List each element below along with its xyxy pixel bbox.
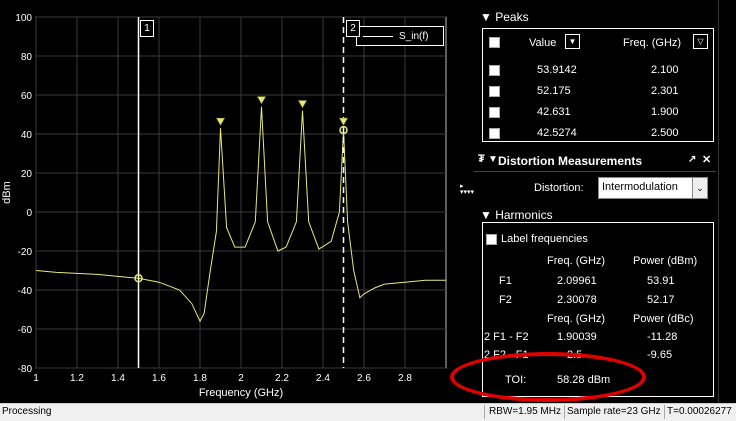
y-tick-label: -40 (18, 286, 33, 297)
chevron-down-icon[interactable]: ⌄ (692, 178, 707, 198)
distortion-selected-value: Intermodulation (602, 181, 678, 193)
distortion-label: Distortion: (534, 182, 584, 194)
peak-row[interactable]: 53.9142 2.100 (483, 61, 713, 81)
status-time: T=0.00026277 (667, 406, 732, 417)
close-icon[interactable]: ✕ (702, 153, 711, 166)
vertical-scrollbar[interactable] (718, 0, 736, 403)
peaks-title-text: Peaks (495, 10, 529, 24)
distortion-panel-header[interactable]: ₮ ▼ Distortion Measurements ↗ ✕ (474, 151, 716, 172)
sort-freq-icon[interactable]: ▽ (693, 34, 708, 49)
x-tick-label: 2 (238, 373, 244, 384)
product-power: -9.65 (647, 349, 673, 361)
tone-freq: 2.30078 (557, 294, 597, 306)
y-tick-label: 80 (21, 52, 33, 63)
peak-row-checkbox[interactable] (489, 128, 500, 139)
distortion-title: Distortion Measurements (498, 154, 643, 168)
peak-value: 52.175 (537, 85, 571, 97)
harmonics-title-text: Harmonics (495, 208, 553, 222)
tone-freq-header: Freq. (GHz) (547, 255, 606, 267)
collapse-triangle-icon[interactable]: ▼ (480, 10, 495, 24)
harmonics-section-title[interactable]: ▼ Harmonics (480, 208, 553, 222)
product-power: -11.28 (647, 331, 678, 343)
peak-row[interactable]: 42.5274 2.500 (483, 124, 713, 144)
y-tick-label: -60 (18, 325, 33, 336)
y-tick-label: 60 (21, 91, 33, 102)
col-value-header: Value (529, 37, 557, 49)
peak-value: 42.5274 (537, 127, 577, 139)
status-sample-rate: Sample rate=23 GHz (567, 406, 661, 417)
x-tick-label: 2.6 (357, 373, 371, 384)
peak-row-checkbox[interactable] (489, 65, 500, 76)
spectrum-plot[interactable]: 1 1.2 1.4 1.6 1.8 2 2.2 2.4 2.6 2.8 100 80 60 40 20 0 -2… (0, 0, 474, 403)
x-tick-label: 2.2 (275, 373, 289, 384)
tone-power: 53.91 (647, 275, 675, 287)
label-frequencies-checkbox[interactable] (486, 234, 497, 245)
peak-freq: 2.500 (651, 127, 679, 139)
tone-power-header: Power (dBm) (633, 255, 698, 267)
y-tick-label: -80 (18, 364, 33, 375)
legend: S_in(f) (356, 26, 444, 46)
peaks-section-title[interactable]: ▼ Peaks (480, 10, 529, 24)
status-processing: Processing (2, 406, 52, 417)
collapse-triangle-icon[interactable]: ▼ (480, 208, 495, 222)
tone-freq: 2.09961 (557, 275, 597, 287)
peak-row-checkbox[interactable] (489, 107, 500, 118)
product-freq-header: Freq. (GHz) (547, 313, 606, 325)
peak-row[interactable]: 52.175 2.301 (483, 82, 713, 102)
peak-freq: 2.301 (651, 85, 679, 97)
y-tick-label: -20 (18, 247, 33, 258)
col-freq-header: Freq. (GHz) (623, 37, 682, 49)
spectrum-chart-svg[interactable]: 1 1.2 1.4 1.6 1.8 2 2.2 2.4 2.6 2.8 100 80 60 40 20 0 -2… (0, 0, 474, 403)
panel-resize-handle-icon[interactable]: ▸ ▾▾▾▾ (460, 183, 474, 196)
peaks-table-header: Value ▼ Freq. (GHz) ▽ (483, 33, 713, 53)
collapse-triangle-icon[interactable]: ▼ (488, 154, 498, 165)
peak-freq: 1.900 (651, 106, 679, 118)
x-tick-label: 2.8 (398, 373, 412, 384)
peaks-table: Value ▼ Freq. (GHz) ▽ 53.9142 2.100 52.175… (482, 28, 714, 142)
x-tick-label: 2.4 (316, 373, 330, 384)
undock-icon[interactable]: ↗ (688, 154, 696, 165)
legend-line-swatch (363, 35, 393, 37)
tone-name: F1 (499, 275, 512, 287)
x-tick-label: 1 (33, 373, 39, 384)
status-divider (664, 405, 665, 419)
x-tick-label: 1.8 (193, 373, 207, 384)
peak-value: 53.9142 (537, 64, 577, 76)
product-power-header: Power (dBc) (633, 313, 694, 325)
legend-label: S_in(f) (399, 30, 429, 42)
x-tick-label: 1.6 (152, 373, 166, 384)
x-tick-label: 1.2 (70, 373, 84, 384)
product-freq: 1.90039 (557, 331, 597, 343)
y-tick-label: 100 (15, 13, 32, 24)
toi-highlight-annotation (450, 352, 646, 402)
tone-power: 52.17 (647, 294, 675, 306)
y-axis-label: dBm (1, 181, 13, 204)
select-all-checkbox[interactable] (489, 37, 500, 48)
cursor-2-label[interactable]: 2 (346, 20, 360, 37)
cursor-1-label[interactable]: 1 (140, 20, 154, 37)
measurements-panel: ▼ Peaks Value ▼ Freq. (GHz) ▽ 53.9142 2.1… (460, 0, 736, 403)
x-axis-label: Frequency (GHz) (199, 387, 283, 399)
peak-value: 42.631 (537, 106, 571, 118)
y-tick-label: 20 (21, 169, 33, 180)
distortion-type-select[interactable]: Intermodulation ⌄ (598, 177, 708, 199)
status-divider (484, 405, 485, 419)
status-bar: Processing RBW=1.95 MHz Sample rate=23 G… (0, 403, 736, 421)
sort-value-icon[interactable]: ▼ (565, 34, 580, 49)
label-frequencies-label: Label frequencies (501, 233, 588, 245)
y-tick-label: 0 (26, 208, 32, 219)
peak-row[interactable]: 42.631 1.900 (483, 103, 713, 123)
product-name: 2 F1 - F2 (484, 331, 529, 343)
status-divider (564, 405, 565, 419)
status-rbw: RBW=1.95 MHz (489, 406, 561, 417)
tone-name: F2 (499, 294, 512, 306)
peak-freq: 2.100 (651, 64, 679, 76)
y-tick-label: 40 (21, 130, 33, 141)
peak-row-checkbox[interactable] (489, 86, 500, 97)
pin-icon[interactable]: ₮ (478, 153, 485, 165)
x-tick-label: 1.4 (111, 373, 125, 384)
